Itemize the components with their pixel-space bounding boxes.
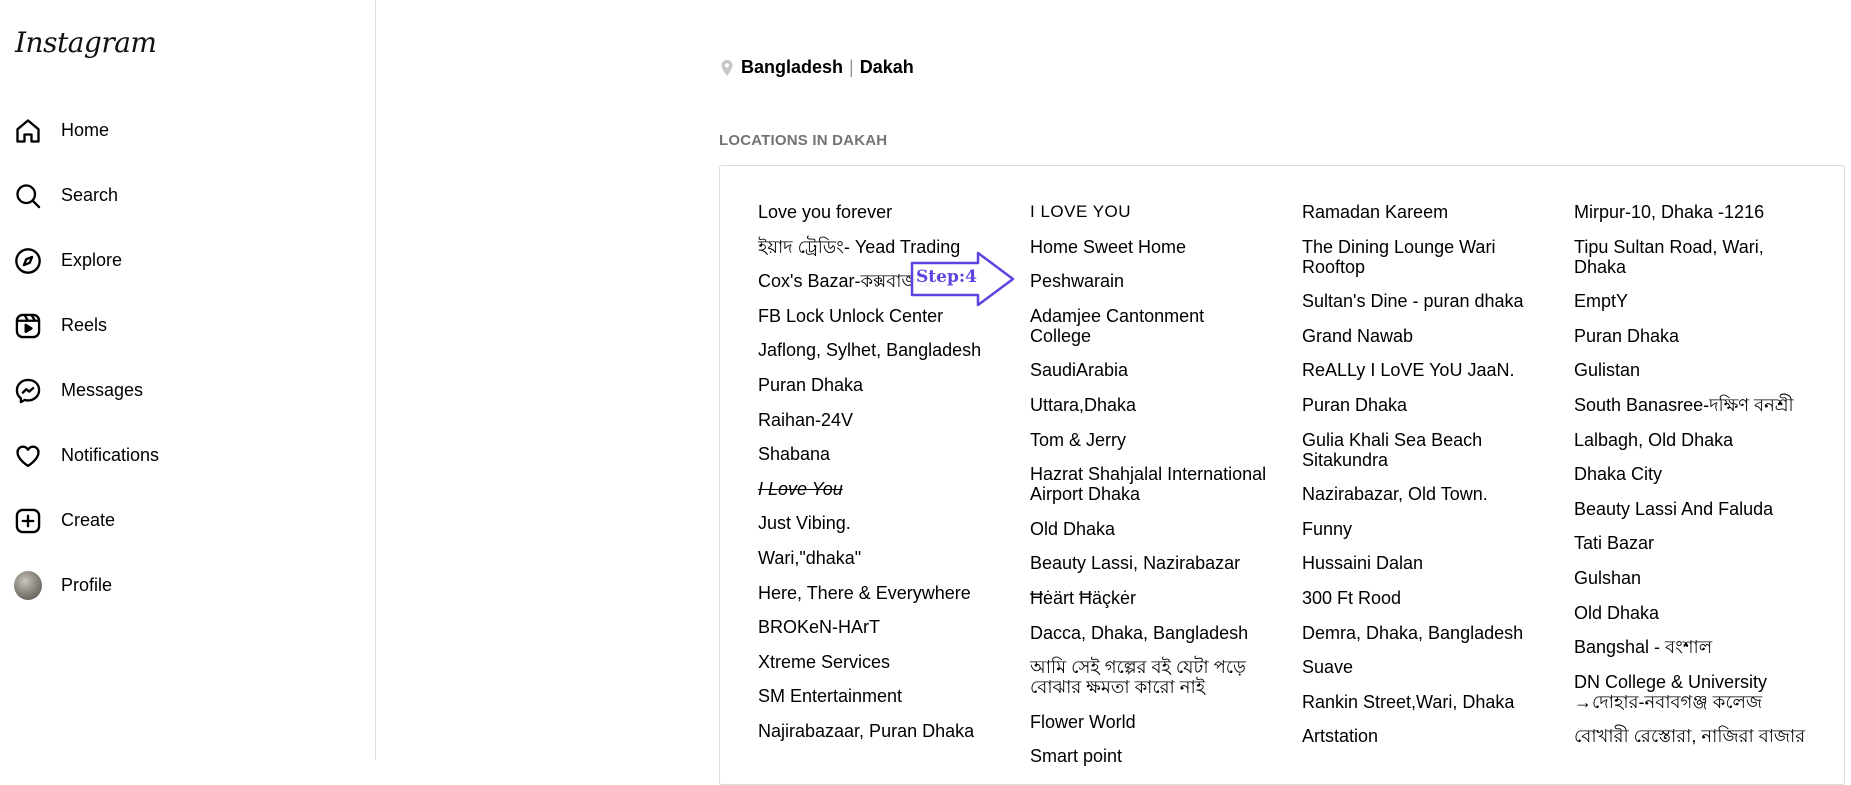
location-link[interactable]: Old Dhaka	[1574, 603, 1814, 623]
search-icon	[14, 182, 42, 210]
location-link[interactable]: FB Lock Unlock Center	[758, 306, 998, 326]
location-link[interactable]: Ramadan Kareem	[1302, 202, 1542, 222]
sidebar-item-search[interactable]: Search	[0, 163, 376, 228]
location-link[interactable]: আমি সেই গল্পের বই যেটা পড়ে বোঝার ক্ষমতা…	[1030, 657, 1270, 697]
location-link[interactable]: Old Dhaka	[1030, 519, 1270, 539]
location-pin-icon	[719, 59, 735, 77]
sidebar-item-label: Explore	[61, 250, 123, 270]
location-link[interactable]: Dhaka City	[1574, 464, 1814, 484]
location-link[interactable]: বোখারী রেস্তোরা, নাজিরা বাজার	[1574, 726, 1814, 746]
location-link[interactable]: Wari,"dhaka"	[758, 548, 998, 568]
location-link[interactable]: BROKeN-HArT	[758, 617, 998, 637]
location-link[interactable]: Jaflong, Sylhet, Bangladesh	[758, 340, 998, 360]
location-link[interactable]: Puran Dhaka	[1302, 395, 1542, 415]
locations-list: Love you forever ইয়াদ ট্রেডিং- Yead Tra…	[719, 165, 1845, 785]
sidebar-item-notifications[interactable]: Notifications	[0, 423, 376, 488]
location-link[interactable]: Hussaini Dalan	[1302, 553, 1542, 573]
location-link[interactable]: Tipu Sultan Road, Wari, Dhaka	[1574, 237, 1814, 277]
sidebar-item-label: Profile	[61, 575, 113, 595]
location-link[interactable]: Flower World	[1030, 712, 1270, 732]
home-icon	[14, 117, 42, 145]
location-link[interactable]: SM Entertainment	[758, 686, 998, 706]
sidebar-item-label: Reels	[61, 315, 108, 335]
location-link[interactable]: Puran Dhaka	[1574, 326, 1814, 346]
compass-icon	[14, 247, 42, 275]
location-link[interactable]: Beauty Lassi, Nazirabazar	[1030, 553, 1270, 573]
location-link[interactable]: Najirabazaar, Puran Dhaka	[758, 721, 998, 741]
breadcrumb: Bangladesh | Dakah	[719, 57, 914, 78]
reels-icon	[14, 312, 42, 340]
location-link[interactable]: Tati Bazar	[1574, 533, 1814, 553]
location-link[interactable]: Xtreme Services	[758, 652, 998, 672]
plus-square-icon	[14, 507, 42, 535]
section-title: LOCATIONS IN DAKAH	[719, 132, 888, 149]
sidebar-item-label: Notifications	[61, 445, 160, 465]
step-label: Step:4	[916, 267, 977, 287]
location-link[interactable]: Demra, Dhaka, Bangladesh	[1302, 623, 1542, 643]
location-link[interactable]: Dacca, Dhaka, Bangladesh	[1030, 623, 1270, 643]
breadcrumb-country-link[interactable]: Bangladesh	[741, 57, 843, 78]
sidebar: Instagram Home Search Explore Reels Mess…	[0, 0, 376, 760]
location-link[interactable]: Puran Dhaka	[758, 375, 998, 395]
location-link[interactable]: Lalbagh, Old Dhaka	[1574, 430, 1814, 450]
location-link[interactable]: Nazirabazar, Old Town.	[1302, 484, 1542, 504]
breadcrumb-city-link[interactable]: Dakah	[860, 57, 914, 78]
sidebar-nav: Home Search Explore Reels Messages Notif…	[0, 98, 376, 618]
locations-column: I LOVE YOU Home Sweet Home Peshwarain Ad…	[1030, 202, 1280, 781]
location-link[interactable]: Sultan's Dine - puran dhaka	[1302, 291, 1542, 311]
location-link[interactable]: Adamjee Cantonment College	[1030, 306, 1270, 346]
sidebar-item-explore[interactable]: Explore	[0, 228, 376, 293]
avatar	[14, 571, 42, 600]
sidebar-item-create[interactable]: Create	[0, 488, 376, 553]
location-link[interactable]: I LOVE YOU	[1030, 202, 1270, 222]
breadcrumb-separator: |	[849, 57, 854, 77]
heart-icon	[14, 442, 42, 470]
sidebar-item-home[interactable]: Home	[0, 98, 376, 163]
location-link[interactable]: Uttara,Dhaka	[1030, 395, 1270, 415]
location-link[interactable]: Gulia Khali Sea Beach Sitakundra	[1302, 430, 1542, 470]
location-link[interactable]: Ħėärt Ħäçkėr	[1030, 588, 1270, 608]
location-link[interactable]: Artstation	[1302, 726, 1542, 746]
location-link[interactable]: Suave	[1302, 657, 1542, 677]
location-link[interactable]: I Love You	[758, 479, 998, 499]
location-link[interactable]: Gulistan	[1574, 360, 1814, 380]
location-link[interactable]: Grand Nawab	[1302, 326, 1542, 346]
location-link[interactable]: The Dining Lounge Wari Rooftop	[1302, 237, 1542, 277]
messenger-icon	[14, 377, 42, 405]
location-link[interactable]: Home Sweet Home	[1030, 237, 1270, 257]
location-link[interactable]: Beauty Lassi And Faluda	[1574, 499, 1814, 519]
location-link[interactable]: Mirpur-10, Dhaka -1216	[1574, 202, 1814, 222]
location-link[interactable]: Rankin Street,Wari, Dhaka	[1302, 692, 1542, 712]
instagram-logo[interactable]: Instagram	[15, 26, 157, 59]
location-link[interactable]: Funny	[1302, 519, 1542, 539]
sidebar-item-messages[interactable]: Messages	[0, 358, 376, 423]
location-link[interactable]: SaudiArabia	[1030, 360, 1270, 380]
location-link[interactable]: Just Vibing.	[758, 513, 998, 533]
location-link[interactable]: Bangshal - বংশাল	[1574, 637, 1814, 657]
location-link[interactable]: DN College & University →দোহার-নবাবগঞ্জ …	[1574, 672, 1814, 712]
sidebar-item-label: Search	[61, 185, 119, 205]
location-link[interactable]: Raihan-24V	[758, 410, 998, 430]
sidebar-item-label: Home	[61, 120, 110, 140]
location-link[interactable]: ReALLy I LoVE YoU JaaN.	[1302, 360, 1542, 380]
location-link[interactable]: Tom & Jerry	[1030, 430, 1270, 450]
locations-column: Mirpur-10, Dhaka -1216 Tipu Sultan Road,…	[1574, 202, 1824, 761]
locations-column: Ramadan Kareem The Dining Lounge Wari Ro…	[1302, 202, 1552, 761]
sidebar-item-label: Messages	[61, 380, 144, 400]
location-link[interactable]: Gulshan	[1574, 568, 1814, 588]
location-link[interactable]: Smart point	[1030, 746, 1270, 766]
location-link[interactable]: Hazrat Shahjalal International Airport D…	[1030, 464, 1270, 504]
location-link[interactable]: 300 Ft Rood	[1302, 588, 1542, 608]
location-link[interactable]: Love you forever	[758, 202, 998, 222]
sidebar-item-profile[interactable]: Profile	[0, 553, 376, 618]
location-link[interactable]: Shabana	[758, 444, 998, 464]
location-link[interactable]: Peshwarain	[1030, 271, 1270, 291]
location-link[interactable]: EmptY	[1574, 291, 1814, 311]
location-link[interactable]: Here, There & Everywhere	[758, 583, 998, 603]
sidebar-item-label: Create	[61, 510, 116, 530]
location-link[interactable]: South Banasree-দক্ষিণ বনশ্রী	[1574, 395, 1814, 415]
sidebar-item-reels[interactable]: Reels	[0, 293, 376, 358]
